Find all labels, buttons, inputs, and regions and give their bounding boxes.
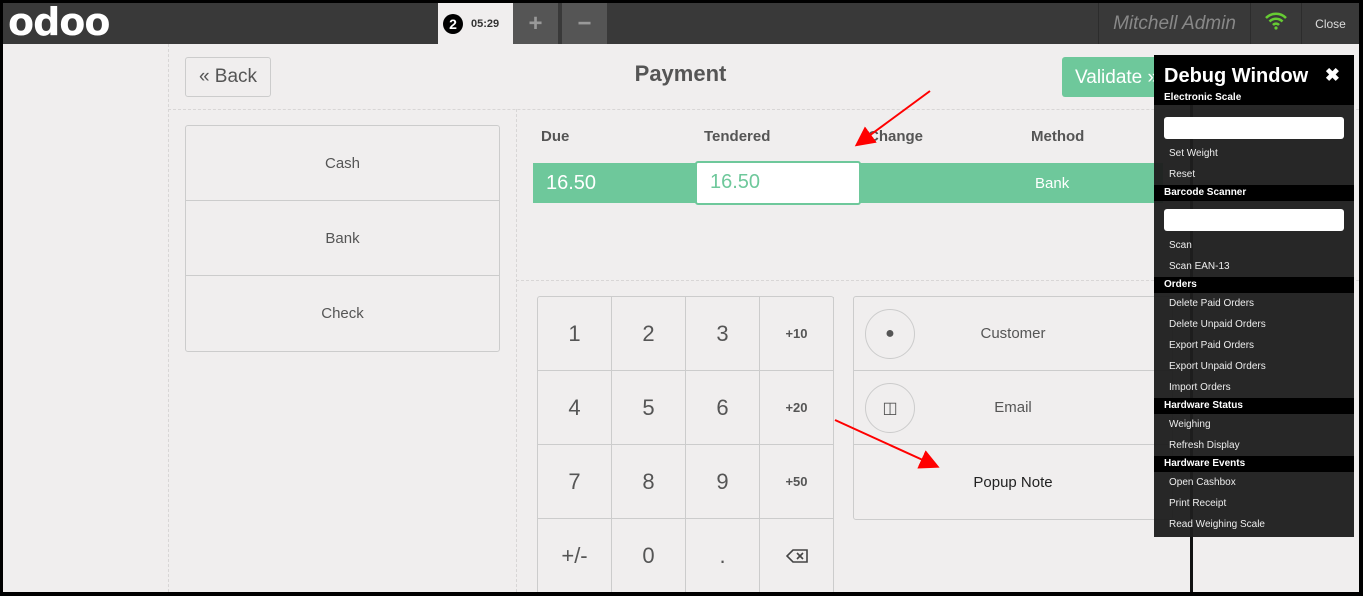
pos-screen: odoo 2 05:29 + − Mitchell Admin Close « …: [3, 3, 1359, 592]
annotation-arrows: [834, 90, 940, 469]
annotation-arrow: [834, 419, 940, 469]
annotation-arrow: [854, 90, 931, 147]
